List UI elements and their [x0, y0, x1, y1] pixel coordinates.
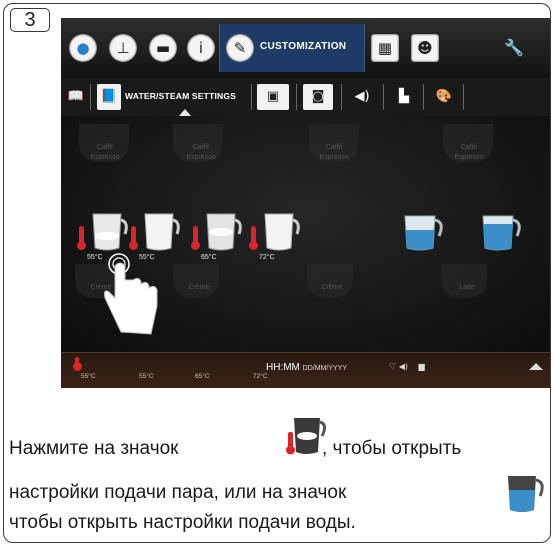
wrench-icon[interactable]: 🔧 [499, 34, 529, 62]
instruction-text-part3: настройки подачи пара, или на значок [9, 482, 347, 503]
book-icon[interactable]: 📖 [65, 84, 87, 110]
ghost-label: Caffè [325, 144, 343, 151]
tab-divider [423, 84, 424, 110]
steam-item[interactable]: 65°C [189, 204, 247, 264]
status-temp: 65°C [195, 373, 210, 380]
expand-up-arrow-icon[interactable] [529, 363, 543, 370]
status-bar: 55°C 55°C 65°C 72°C HH:MM DD/MM/YYYY ♡ ◀… [61, 352, 550, 388]
status-temp: 72°C [253, 373, 268, 380]
tab-divider [251, 84, 252, 110]
water-jug-icon[interactable] [401, 208, 445, 252]
instruction-text-part1: Нажмите на значок [9, 438, 179, 459]
book-water-icon[interactable]: 📘 [97, 84, 121, 110]
status-temp: 55°C [81, 373, 96, 380]
water-jug-icon [508, 476, 544, 512]
ghost-label: Espresso [186, 154, 216, 161]
connection-icon: ♡ [389, 362, 397, 371]
info-icon[interactable]: i [187, 34, 215, 62]
machine-display-screenshot: ● ⊥ ▬ i ✎ CUSTOMIZATION ▦ ☻ 🔧 📖 📘 WATER/… [61, 18, 550, 388]
water-jug-icon[interactable] [479, 208, 523, 252]
ghost-label: Latte [459, 284, 475, 291]
profile-card-icon[interactable]: ▬ [149, 34, 177, 62]
tab-divider [296, 84, 297, 110]
ghost-label: Espresso [90, 154, 120, 161]
pencil-icon: ✎ [226, 34, 254, 62]
ghost-label: Caffè [460, 144, 478, 151]
tab-divider [383, 84, 384, 110]
tab-divider [90, 84, 91, 110]
steam-pitcher-icon [206, 213, 242, 251]
status-icons: ♡ ◀) ▆ [389, 362, 425, 371]
beverage-grid: Caffè Espresso Caffè Espresso Caffè Espr… [61, 116, 550, 352]
customization-button[interactable]: ✎ CUSTOMIZATION [219, 24, 365, 72]
clock-time: HH:MM [266, 362, 300, 373]
water-drop-icon[interactable]: ● [69, 34, 97, 62]
tab-divider [341, 84, 342, 110]
customization-label: CUSTOMIZATION [260, 41, 347, 52]
instruction-frame: 3 ● ⊥ ▬ i ✎ CUSTOMIZATION ▦ ☻ 🔧 📖 📘 WATE… [3, 3, 551, 543]
clock-date: DD/MM/YYYY [302, 365, 348, 372]
background-cup [173, 264, 219, 298]
top-navigation-bar: ● ⊥ ▬ i ✎ CUSTOMIZATION ▦ ☻ 🔧 [61, 18, 550, 79]
speaker-icon[interactable]: ◀) [347, 84, 377, 110]
tab-divider [463, 84, 464, 110]
steam-temp-label: 72°C [259, 254, 275, 261]
clock-display: HH:MM DD/MM/YYYY [266, 362, 347, 373]
calculator-icon[interactable]: ▦ [371, 34, 399, 62]
hand-pointer-icon [104, 253, 158, 335]
printer-icon: ▆ [418, 362, 425, 371]
thermometer-icon [77, 226, 86, 250]
steam-pitcher-icon [286, 418, 326, 455]
steam-pitcher-icon [264, 213, 300, 251]
step-number-badge: 3 [10, 8, 50, 32]
thermometer-icon [73, 357, 82, 371]
instruction-text-part4: чтобы открыть настройки подачи воды. [9, 512, 356, 533]
background-cup [307, 264, 353, 298]
ghost-label: Crème [321, 284, 343, 291]
palette-icon[interactable]: 🎨 [429, 84, 459, 110]
thermometer-icon [249, 226, 258, 250]
steam-temp-label: 65°C [201, 254, 217, 261]
cup-icon[interactable]: ◙ [303, 84, 333, 110]
sound-icon: ◀) [398, 362, 408, 371]
power-icon[interactable]: ⊥ [109, 34, 137, 62]
brew-chart-icon[interactable]: ▙ [389, 84, 419, 110]
ghost-label: Espresso [319, 154, 349, 161]
instruction-text-part2: , чтобы открыть [322, 438, 462, 459]
thermometer-icon [191, 226, 200, 250]
steam-item[interactable]: 72°C [247, 204, 305, 264]
tab-water-steam-settings[interactable]: WATER/STEAM SETTINGS [125, 91, 236, 101]
settings-tab-bar: 📖 📘 WATER/STEAM SETTINGS ▣ ◙ ◀) ▙ 🎨 [61, 78, 550, 117]
active-tab-indicator [179, 109, 191, 116]
user-settings-icon[interactable]: ☻ [411, 34, 439, 62]
ghost-label: Espresso [454, 154, 484, 161]
picture-icon[interactable]: ▣ [257, 84, 289, 110]
ghost-label: Crème [188, 284, 210, 291]
ghost-label: Caffè [192, 144, 210, 151]
thermometer-icon [129, 226, 138, 250]
status-temp: 55°C [139, 373, 154, 380]
ghost-label: Caffè [96, 144, 114, 151]
background-cup [441, 264, 487, 298]
